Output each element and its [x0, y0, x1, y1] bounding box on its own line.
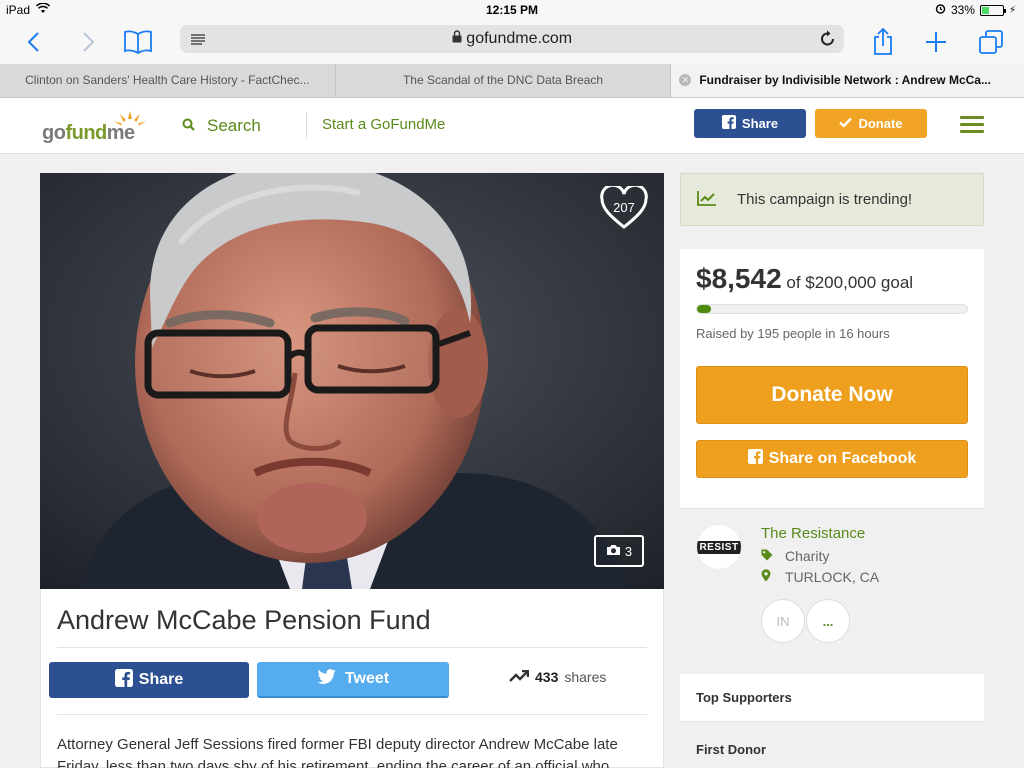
campaign-photo-illustration	[40, 173, 664, 589]
new-tab-icon[interactable]	[920, 26, 952, 58]
amount-raised: $8,542 of $200,000 goal	[696, 263, 913, 295]
gofundme-logo[interactable]: gofundme	[40, 110, 150, 144]
share-on-facebook-label: Share on Facebook	[768, 450, 917, 467]
organizer-category: Charity	[761, 548, 829, 564]
search-icon	[182, 116, 195, 136]
search-label: Search	[207, 116, 261, 135]
reload-icon[interactable]	[820, 30, 836, 53]
tab-fundraiser-label: Fundraiser by Indivisible Network : Andr…	[699, 73, 991, 87]
heart-count: 207	[613, 200, 635, 215]
site-header: gofundme Search Start a GoFundMe Share D…	[0, 98, 1024, 154]
more-members-circle[interactable]: ...	[806, 599, 850, 643]
battery-icon	[979, 4, 1006, 16]
status-bar: iPad 12:15 PM 33% ⚡	[0, 0, 1024, 20]
progress-fill	[697, 305, 711, 313]
tab-dnc-breach[interactable]: The Scandal of the DNC Data Breach	[336, 64, 672, 97]
logo-text-fund: fund	[65, 122, 107, 144]
top-supporters-heading: Top Supporters	[680, 674, 984, 722]
address-bar[interactable]: gofundme.com	[180, 25, 844, 53]
trending-chart-icon	[697, 190, 717, 210]
header-divider	[306, 112, 307, 138]
category-text: Charity	[785, 548, 830, 564]
location-pin-icon	[761, 569, 771, 585]
header-share-label: Share	[741, 116, 779, 131]
campaign-title: Andrew McCabe Pension Fund	[57, 605, 431, 635]
start-gofundme-link[interactable]: Start a GoFundMe	[322, 116, 445, 133]
donate-now-button[interactable]: Donate Now	[696, 366, 968, 424]
organizer-avatar[interactable]: RESIST	[696, 524, 742, 570]
share-on-facebook-button[interactable]: Share on Facebook	[696, 440, 968, 478]
team-member-circle[interactable]: IN	[761, 599, 805, 643]
clock: 12:15 PM	[485, 3, 539, 17]
alarm-icon	[935, 3, 946, 17]
header-donate-label: Donate	[858, 116, 903, 131]
camera-icon	[606, 544, 621, 559]
divider	[57, 714, 647, 715]
twitter-icon	[317, 668, 337, 690]
tab-bar: Clinton on Sanders' Health Care History …	[0, 64, 1024, 98]
shares-label: shares	[564, 669, 607, 685]
organizer-name[interactable]: The Resistance	[761, 525, 865, 542]
tweet-label: Tweet	[344, 670, 390, 687]
goal-text: of $200,000 goal	[786, 273, 914, 292]
tabs-overview-icon[interactable]	[975, 26, 1007, 58]
organizer-location: TURLOCK, CA	[761, 569, 879, 585]
shares-count: 433	[535, 669, 559, 685]
battery-percent: 33%	[950, 3, 975, 17]
progress-bar	[696, 304, 968, 314]
trending-text: This campaign is trending!	[737, 191, 913, 208]
amount-value: $8,542	[696, 263, 782, 294]
menu-icon[interactable]	[960, 116, 984, 134]
fundraising-panel: $8,542 of $200,000 goal Raised by 195 pe…	[680, 249, 984, 509]
header-donate-button[interactable]: Donate	[815, 109, 927, 138]
check-icon	[839, 116, 853, 131]
search-link[interactable]: Search	[182, 116, 261, 136]
tag-icon	[761, 548, 773, 564]
facebook-share-label: Share	[138, 671, 184, 688]
charging-icon: ⚡	[1008, 4, 1016, 16]
photo-count: 3	[624, 543, 633, 559]
share-sheet-icon[interactable]	[867, 26, 899, 58]
browser-toolbar: gofundme.com	[0, 20, 1024, 64]
tab-factcheck[interactable]: Clinton on Sanders' Health Care History …	[0, 64, 336, 97]
photo-gallery-button[interactable]: 3	[594, 535, 644, 567]
bookmarks-icon[interactable]	[122, 26, 154, 58]
tab-fundraiser[interactable]: ✕ Fundraiser by Indivisible Network : An…	[671, 64, 1024, 97]
facebook-icon	[747, 449, 763, 469]
divider	[57, 647, 647, 648]
shares-counter: 433 shares	[509, 669, 606, 685]
logo-text-me: me	[106, 122, 135, 144]
trending-arrow-icon	[509, 669, 530, 685]
facebook-share-button[interactable]: Share	[49, 662, 249, 698]
organizer-panel: RESIST The Resistance Charity TURLOCK, C…	[680, 510, 984, 650]
url-text: gofundme.com	[466, 30, 573, 47]
logo-text-go: go	[42, 122, 66, 144]
raised-by-text: Raised by 195 people in 16 hours	[696, 326, 890, 341]
campaign-story: Attorney General Jeff Sessions fired for…	[57, 736, 618, 768]
organizer-avatar-text: RESIST	[697, 540, 741, 554]
facebook-icon	[721, 115, 736, 132]
forward-icon[interactable]	[72, 26, 104, 58]
lock-icon	[452, 30, 466, 47]
trending-banner: This campaign is trending!	[680, 173, 984, 226]
close-tab-icon[interactable]: ✕	[679, 74, 692, 86]
campaign-card: Andrew McCabe Pension Fund Share Tweet 4…	[40, 589, 664, 768]
campaign-photo[interactable]	[40, 173, 664, 589]
facebook-icon	[114, 668, 133, 692]
header-share-button[interactable]: Share	[694, 109, 806, 138]
back-icon[interactable]	[18, 26, 50, 58]
first-donor-heading: First Donor	[696, 742, 767, 757]
location-text: TURLOCK, CA	[785, 569, 880, 585]
tweet-button[interactable]: Tweet	[257, 662, 449, 698]
